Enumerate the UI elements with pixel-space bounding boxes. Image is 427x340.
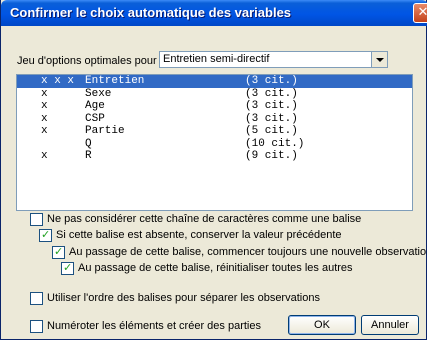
dialog-window: Confirmer le choix automatique des varia… xyxy=(0,0,427,340)
list-item-count: (5 cit.) xyxy=(245,125,298,137)
list-item-count: (10 cit.) xyxy=(245,137,305,150)
list-item-mark: x xyxy=(41,150,48,162)
checkbox-label: Si cette balise est absente, conserver l… xyxy=(56,229,342,241)
checkbox-box[interactable] xyxy=(30,213,43,226)
checkbox-label: Au passage de cette balise, réinitialise… xyxy=(78,262,353,274)
checkbox-label: Au passage de cette balise, commencer to… xyxy=(69,246,427,258)
checkbox-label: Numéroter les éléments et créer des part… xyxy=(47,320,261,332)
cancel-button[interactable]: Annuler xyxy=(361,315,419,335)
list-item[interactable]: x x x Entretien (3 cit.) xyxy=(17,75,412,88)
list-item-count: (3 cit.) xyxy=(245,112,298,125)
list-item-mark: x xyxy=(41,112,48,125)
checkbox-box[interactable] xyxy=(30,292,43,305)
checkbox-label: Ne pas considérer cette chaîne de caract… xyxy=(47,213,362,225)
list-item-mark: x xyxy=(41,100,48,112)
list-item-name: Q xyxy=(85,137,92,150)
list-item[interactable]: x Age (3 cit.) xyxy=(17,100,412,113)
checkbox-box[interactable] xyxy=(39,228,52,242)
list-item[interactable]: x Sexe (3 cit.) xyxy=(17,88,412,101)
list-item-name: Age xyxy=(85,100,105,112)
window-title: Confirmer le choix automatique des varia… xyxy=(10,5,292,20)
list-item-count: (3 cit.) xyxy=(245,100,298,112)
list-item-mark: x xyxy=(41,125,48,137)
list-item-mark: x x x xyxy=(41,75,75,87)
list-item[interactable]: x R (9 cit.) xyxy=(17,150,412,163)
list-item-name: CSP xyxy=(85,112,105,125)
list-item-mark: x xyxy=(41,87,48,100)
list-item[interactable]: x CSP (3 cit.) xyxy=(17,113,412,126)
close-icon[interactable]: ✕ xyxy=(413,3,427,23)
list-item-name: R xyxy=(85,150,92,162)
variables-list[interactable]: x x x Entretien (3 cit.) x Sexe (3 cit.)… xyxy=(16,74,413,211)
options-dropdown-value: Entretien semi-directif xyxy=(163,53,270,65)
checkbox-box[interactable] xyxy=(61,261,74,275)
options-dropdown[interactable]: Entretien semi-directif xyxy=(159,51,388,68)
list-item-count: (9 cit.) xyxy=(245,150,298,162)
ok-button[interactable]: OK xyxy=(288,315,356,335)
checkbox-label: Utiliser l'ordre des balises pour sépare… xyxy=(47,292,320,304)
checkbox-box[interactable] xyxy=(30,320,43,333)
list-item-name: Partie xyxy=(85,125,125,137)
chevron-down-icon[interactable] xyxy=(371,52,387,67)
list-item-name: Entretien xyxy=(85,75,145,87)
title-bar[interactable]: Confirmer le choix automatique des varia… xyxy=(1,0,427,26)
list-item[interactable]: Q (10 cit.) xyxy=(17,138,412,151)
list-item-count: (3 cit.) xyxy=(245,75,298,87)
list-item[interactable]: x Partie (5 cit.) xyxy=(17,125,412,138)
list-item-name: Sexe xyxy=(85,87,112,100)
checkbox-box[interactable] xyxy=(52,245,65,259)
list-item-count: (3 cit.) xyxy=(245,87,298,100)
options-label: Jeu d'options optimales pour : xyxy=(17,55,163,67)
